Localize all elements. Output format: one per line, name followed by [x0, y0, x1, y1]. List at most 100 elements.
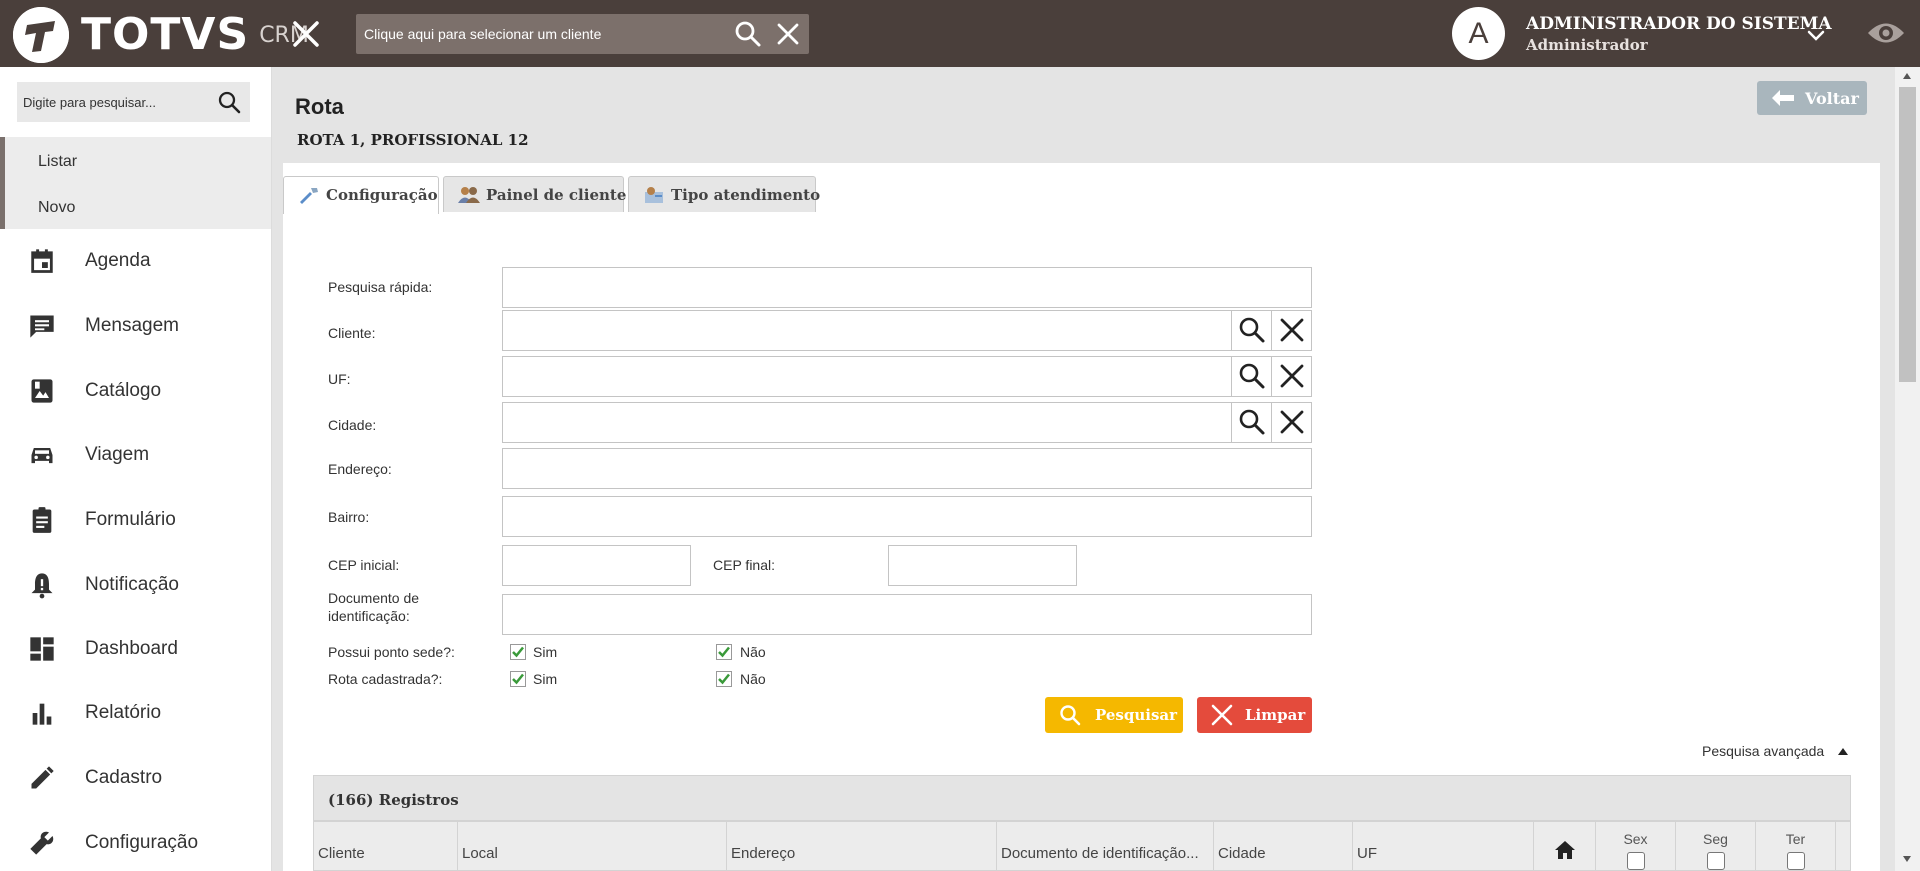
district-input[interactable]	[503, 497, 1311, 536]
client-clear-button[interactable]	[1271, 311, 1311, 350]
client-field[interactable]	[502, 310, 1312, 351]
uf-field[interactable]	[502, 356, 1312, 397]
search-icon	[1060, 705, 1081, 726]
client-search-button[interactable]	[1231, 311, 1271, 350]
clear-button[interactable]: Limpar	[1197, 697, 1312, 733]
page-scrollbar[interactable]	[1895, 67, 1920, 871]
sidebar-item-agenda[interactable]: Agenda	[0, 229, 271, 293]
wrench-icon	[30, 831, 54, 855]
city-search-button[interactable]	[1231, 403, 1271, 442]
cep-start-label: CEP inicial:	[328, 557, 400, 573]
scroll-down-icon[interactable]	[1902, 855, 1912, 863]
document-field[interactable]	[502, 594, 1312, 635]
column-header-cliente[interactable]: Cliente	[314, 822, 458, 870]
grid-column-headers: Cliente Local Endereço Documento de iden…	[313, 821, 1851, 871]
avatar[interactable]: A	[1452, 7, 1505, 60]
submenu-item-listar[interactable]: Listar	[38, 153, 77, 171]
sidebar-search[interactable]	[17, 82, 250, 122]
close-icon	[1211, 704, 1233, 726]
has-hq-label: Possui ponto sede?:	[328, 644, 455, 660]
close-icon[interactable]	[290, 18, 322, 50]
submenu-item-novo[interactable]: Novo	[38, 199, 75, 217]
sidebar-item-formulario[interactable]: Formulário	[0, 488, 271, 552]
column-header-cidade[interactable]: Cidade	[1214, 822, 1353, 870]
column-header-documento[interactable]: Documento de identificação...	[997, 822, 1214, 870]
caret-up-icon[interactable]	[1837, 746, 1849, 756]
column-header-seg[interactable]: Seg	[1676, 822, 1756, 870]
sidebar-item-relatorio[interactable]: Relatório	[0, 681, 271, 745]
sidebar-item-label: Agenda	[85, 250, 151, 271]
city-input[interactable]	[503, 403, 1231, 442]
quick-search-field[interactable]	[502, 267, 1312, 308]
tab-label: Tipo atendimento	[671, 186, 821, 204]
document-input[interactable]	[503, 595, 1311, 634]
tab-painel-de-cliente[interactable]: Painel de cliente	[443, 176, 626, 212]
column-header-sex[interactable]: Sex	[1596, 822, 1676, 870]
day-label: Seg	[1703, 831, 1728, 847]
search-button[interactable]: Pesquisar	[1045, 697, 1183, 733]
page-title: Rota	[295, 94, 344, 119]
tools-icon	[300, 188, 318, 204]
day-checkbox[interactable]	[1626, 852, 1645, 870]
route-no-checkbox[interactable]	[716, 671, 732, 687]
day-checkbox[interactable]	[1786, 852, 1805, 870]
logo-icon	[13, 7, 69, 63]
address-input[interactable]	[503, 449, 1311, 488]
search-icon[interactable]	[734, 20, 762, 48]
route-submenu: Listar Novo	[0, 137, 271, 229]
eye-icon[interactable]	[1866, 18, 1906, 48]
address-field[interactable]	[502, 448, 1312, 489]
city-field[interactable]	[502, 402, 1312, 443]
bell-icon	[31, 573, 53, 599]
sidebar-item-cadastro[interactable]: Cadastro	[0, 746, 271, 810]
cep-start-field[interactable]	[502, 545, 691, 586]
clear-button-label: Limpar	[1245, 706, 1306, 724]
column-header-ter[interactable]: Ter	[1756, 822, 1836, 870]
client-search-input[interactable]	[364, 14, 724, 54]
advanced-search-link[interactable]: Pesquisa avançada	[1702, 743, 1824, 759]
sidebar-item-catalogo[interactable]: Catálogo	[0, 359, 271, 423]
user-name[interactable]: ADMINISTRADOR DO SISTEMA	[1526, 14, 1832, 34]
search-icon[interactable]	[217, 90, 241, 114]
cep-end-label: CEP final:	[713, 557, 775, 573]
sidebar-item-notificacao[interactable]: Notificação	[0, 553, 271, 617]
chevron-down-icon[interactable]	[1805, 24, 1827, 46]
cep-start-input[interactable]	[503, 546, 690, 585]
page-subtitle: ROTA 1, PROFISSIONAL 12	[297, 131, 529, 149]
column-header-endereco[interactable]: Endereço	[727, 822, 997, 870]
sidebar-search-input[interactable]	[23, 82, 213, 122]
document-label-line1: Documento de	[328, 590, 420, 606]
top-bar: TOTVS CRM A ADMINISTRADOR DO SISTEMA Adm…	[0, 0, 1920, 67]
back-button[interactable]: Voltar	[1757, 81, 1867, 115]
uf-search-button[interactable]	[1231, 357, 1271, 396]
route-yes-checkbox[interactable]	[510, 671, 526, 687]
cep-end-field[interactable]	[888, 545, 1077, 586]
scroll-thumb[interactable]	[1899, 87, 1916, 382]
has-hq-no-checkbox[interactable]	[716, 644, 732, 660]
tab-configuracao[interactable]: Configuração	[283, 176, 439, 214]
day-checkbox[interactable]	[1706, 852, 1725, 870]
main-content: Rota ROTA 1, PROFISSIONAL 12 Voltar Conf…	[272, 67, 1895, 871]
tab-tipo-atendimento[interactable]: Tipo atendimento	[628, 176, 820, 212]
sidebar-item-configuracao[interactable]: Configuração	[0, 811, 271, 871]
city-clear-button[interactable]	[1271, 403, 1311, 442]
column-header-uf[interactable]: UF	[1353, 822, 1534, 870]
day-label: Sex	[1623, 831, 1648, 847]
uf-input[interactable]	[503, 357, 1231, 396]
cep-end-input[interactable]	[889, 546, 1076, 585]
has-hq-yes-checkbox[interactable]	[510, 644, 526, 660]
sidebar-item-mensagem[interactable]: Mensagem	[0, 294, 271, 358]
sidebar-item-dashboard[interactable]: Dashboard	[0, 617, 271, 681]
uf-clear-button[interactable]	[1271, 357, 1311, 396]
client-input[interactable]	[503, 311, 1231, 350]
sidebar-item-viagem[interactable]: Viagem	[0, 423, 271, 487]
quick-search-input[interactable]	[503, 268, 1311, 307]
clear-icon[interactable]	[776, 22, 800, 46]
totvs-logo[interactable]: TOTVS CRM	[13, 6, 309, 64]
sidebar-item-label: Viagem	[85, 444, 150, 465]
scroll-up-icon[interactable]	[1902, 72, 1912, 80]
column-header-headquarters[interactable]	[1534, 822, 1596, 870]
column-header-qua[interactable]: Qu	[1836, 822, 1850, 870]
district-field[interactable]	[502, 496, 1312, 537]
column-header-local[interactable]: Local	[458, 822, 727, 870]
